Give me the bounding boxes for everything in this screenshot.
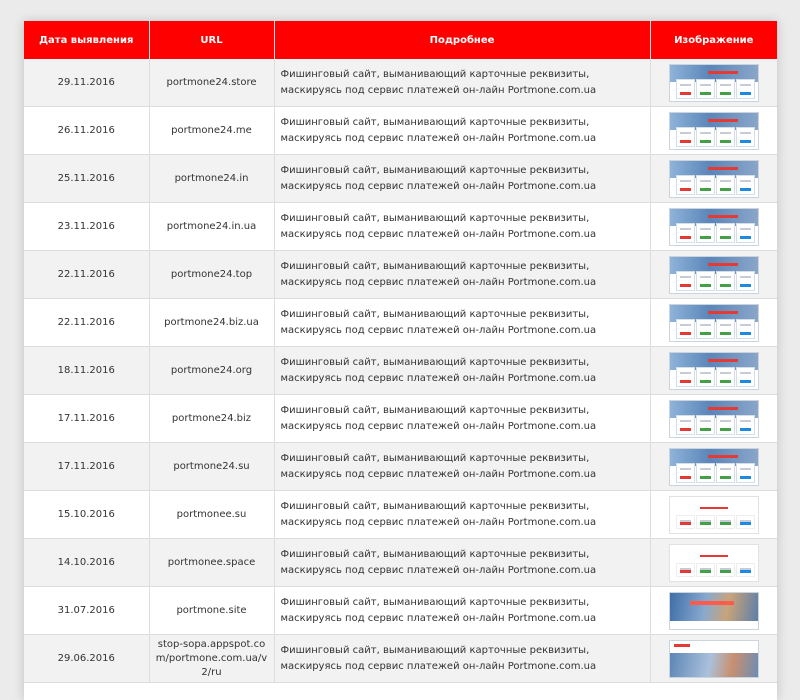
cell-details: Фишинговый сайт, выманивающий карточные … xyxy=(274,586,651,635)
cell-details: Фишинговый сайт, выманивающий карточные … xyxy=(274,490,651,539)
url-text: portmone24.in xyxy=(174,172,249,184)
cell-url: portmone24.in.ua xyxy=(149,202,275,251)
cell-date: 14.10.2016 xyxy=(24,538,150,587)
table-row: 22.11.2016 portmone24.top Фишинговый сайт,… xyxy=(24,250,777,299)
site-screenshot-thumbnail[interactable] xyxy=(668,303,759,342)
cell-details: Фишинговый сайт, выманивающий карточные … xyxy=(274,346,651,395)
site-screenshot-thumbnail[interactable] xyxy=(668,591,759,630)
cell-details: Фишинговый сайт, выманивающий карточные … xyxy=(274,106,651,155)
site-screenshot-thumbnail[interactable] xyxy=(668,543,759,582)
cell-date: 25.11.2016 xyxy=(24,154,150,203)
cell-url: stop-sopa.appspot.com/portmone.com.ua/v2… xyxy=(149,634,275,683)
cell-image xyxy=(650,154,777,203)
table-row: 31.07.2016 portmone.site Фишинговый сайт, … xyxy=(24,586,777,635)
cell-date: 17.11.2016 xyxy=(24,394,150,443)
cell-date: 15.10.2016 xyxy=(24,490,150,539)
site-screenshot-thumbnail[interactable] xyxy=(668,447,759,486)
site-screenshot-thumbnail[interactable] xyxy=(668,63,759,102)
cell-details: Фишинговый сайт, выманивающий карточные … xyxy=(274,442,651,491)
table-row: 23.11.2016 portmone24.in.ua Фишинговый сай… xyxy=(24,202,777,251)
cell-url: portmone24.biz.ua xyxy=(149,298,275,347)
cell-date: 17.11.2016 xyxy=(24,442,150,491)
cell-url: portmone24.in xyxy=(149,154,275,203)
table-row: 18.11.2016 portmone24.org Фишинговый сайт,… xyxy=(24,346,777,395)
cell-url: portmone24.org xyxy=(149,346,275,395)
url-text: portmone24.su xyxy=(173,460,250,472)
table-row: 29.06.2016 stop-sopa.appspot.com/portmone… xyxy=(24,634,777,683)
cell-image xyxy=(650,346,777,395)
url-text: portmonee.space xyxy=(167,556,256,568)
cell-details: Фишинговый сайт, выманивающий карточные … xyxy=(274,394,651,443)
cell-image xyxy=(650,394,777,443)
table-header-row: Дата выявления URL Подробнее Изображение xyxy=(24,21,777,59)
table-row: 22.11.2016 portmone24.biz.ua Фишинговый са… xyxy=(24,298,777,347)
cell-date: 26.11.2016 xyxy=(24,106,150,155)
cell-url: portmone24.biz xyxy=(149,394,275,443)
site-screenshot-thumbnail[interactable] xyxy=(668,399,759,438)
cell-url: portmonee.space xyxy=(149,538,275,587)
cell-details: Фишинговый сайт, выманивающий карточные … xyxy=(274,634,651,683)
cell-url: portmone.site xyxy=(149,586,275,635)
url-text: stop-sopa.appspot.com/portmone.com.ua/v2… xyxy=(155,638,268,678)
cell-image xyxy=(650,634,777,683)
cell-date: 29.06.2016 xyxy=(24,634,150,683)
table-row: 17.11.2016 portmone24.biz Фишинговый сайт,… xyxy=(24,394,777,443)
phishing-sites-table: Дата выявления URL Подробнее Изображение… xyxy=(24,21,777,683)
phishing-table-panel: Дата выявления URL Подробнее Изображение… xyxy=(24,21,777,700)
site-screenshot-thumbnail[interactable] xyxy=(668,639,759,678)
site-screenshot-thumbnail[interactable] xyxy=(668,351,759,390)
header-image: Изображение xyxy=(650,21,777,59)
cell-date: 29.11.2016 xyxy=(24,59,150,107)
cell-image xyxy=(650,202,777,251)
site-screenshot-thumbnail[interactable] xyxy=(668,255,759,294)
url-text: portmonee.su xyxy=(176,508,247,520)
cell-date: 31.07.2016 xyxy=(24,586,150,635)
cell-url: portmonee.su xyxy=(149,490,275,539)
cell-url: portmone24.me xyxy=(149,106,275,155)
table-row: 15.10.2016 portmonee.su Фишинговый сайт, в… xyxy=(24,490,777,539)
header-date: Дата выявления xyxy=(24,21,150,59)
table-body: 29.11.2016 portmone24.store Фишинговый сай… xyxy=(24,59,777,683)
url-text: portmone.site xyxy=(176,604,247,616)
cell-details: Фишинговый сайт, выманивающий карточные … xyxy=(274,154,651,203)
table-row: 26.11.2016 portmone24.me Фишинговый сайт, … xyxy=(24,106,777,155)
cell-image xyxy=(650,106,777,155)
cell-url: portmone24.top xyxy=(149,250,275,299)
cell-details: Фишинговый сайт, выманивающий карточные … xyxy=(274,298,651,347)
url-text: portmone24.top xyxy=(170,268,253,280)
cell-date: 23.11.2016 xyxy=(24,202,150,251)
url-text: portmone24.org xyxy=(170,364,253,376)
site-screenshot-thumbnail[interactable] xyxy=(668,111,759,150)
site-screenshot-thumbnail[interactable] xyxy=(668,159,759,198)
url-text: portmone24.store xyxy=(166,76,257,88)
cell-image xyxy=(650,586,777,635)
cell-image xyxy=(650,59,777,107)
cell-image xyxy=(650,490,777,539)
site-screenshot-thumbnail[interactable] xyxy=(668,495,759,534)
url-text: portmone24.biz.ua xyxy=(164,316,259,328)
site-screenshot-thumbnail[interactable] xyxy=(668,207,759,246)
cell-details: Фишинговый сайт, выманивающий карточные … xyxy=(274,538,651,587)
cell-date: 22.11.2016 xyxy=(24,250,150,299)
cell-image xyxy=(650,250,777,299)
cell-url: portmone24.su xyxy=(149,442,275,491)
header-url: URL xyxy=(149,21,275,59)
url-text: portmone24.in.ua xyxy=(166,220,257,232)
table-row: 29.11.2016 portmone24.store Фишинговый сай… xyxy=(24,59,777,107)
header-details: Подробнее xyxy=(274,21,651,59)
cell-image xyxy=(650,442,777,491)
url-text: portmone24.biz xyxy=(171,412,252,424)
table-row: 25.11.2016 portmone24.in Фишинговый сайт, … xyxy=(24,154,777,203)
cell-details: Фишинговый сайт, выманивающий карточные … xyxy=(274,59,651,107)
cell-date: 18.11.2016 xyxy=(24,346,150,395)
table-row: 17.11.2016 portmone24.su Фишинговый сайт, … xyxy=(24,442,777,491)
table-row: 14.10.2016 portmonee.space Фишинговый сайт… xyxy=(24,538,777,587)
url-text: portmone24.me xyxy=(171,124,252,136)
cell-url: portmone24.store xyxy=(149,59,275,107)
cell-details: Фишинговый сайт, выманивающий карточные … xyxy=(274,250,651,299)
cell-date: 22.11.2016 xyxy=(24,298,150,347)
cell-image xyxy=(650,298,777,347)
cell-details: Фишинговый сайт, выманивающий карточные … xyxy=(274,202,651,251)
cell-image xyxy=(650,538,777,587)
